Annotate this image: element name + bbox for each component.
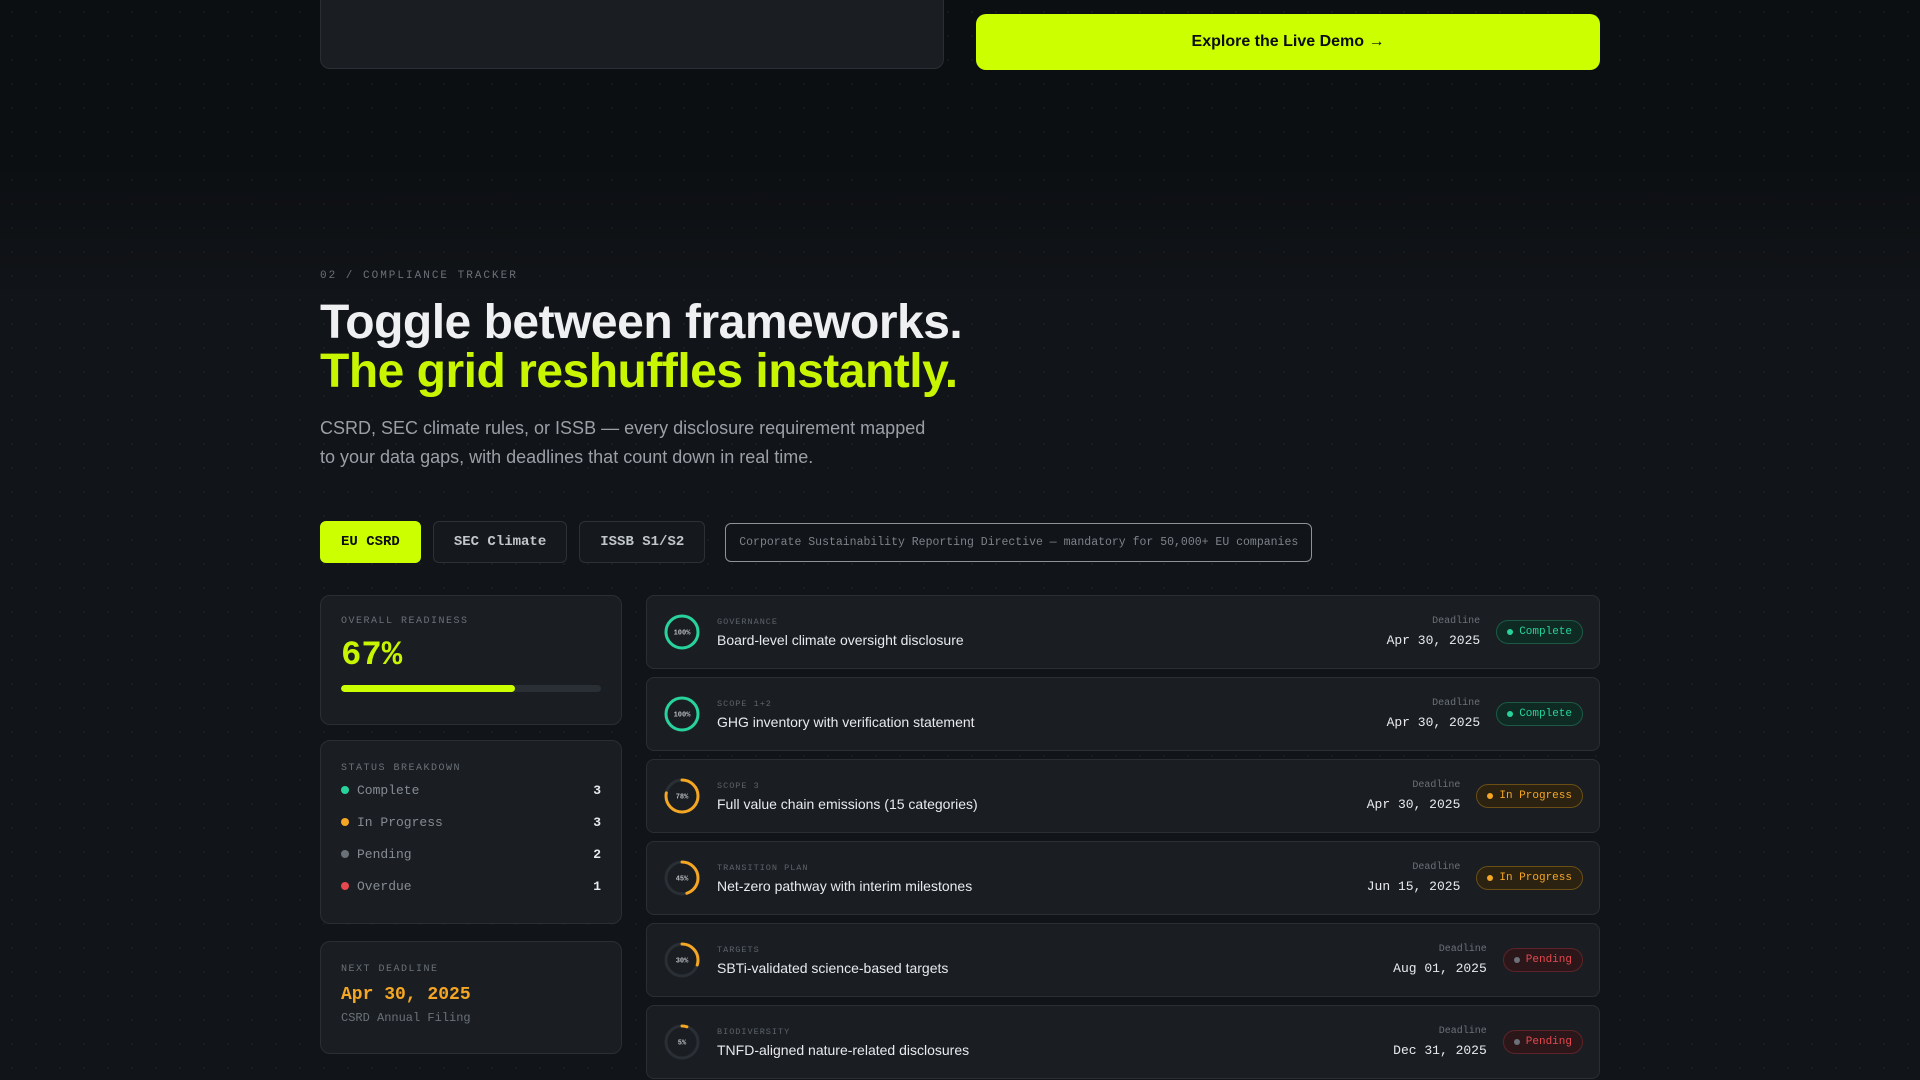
svg-text:78%: 78% [676,794,689,802]
status-count: 3 [593,782,601,798]
tab-issb[interactable]: ISSB S1/S2 [579,521,706,563]
requirement-category: GOVERNANCE [717,616,779,627]
next-deadline-card: NEXT DEADLINE Apr 30, 2025 CSRD Annual F… [320,941,622,1054]
status-dot-icon [341,818,349,826]
status-label: Pending [357,846,412,862]
requirement-deadline: Deadline Dec 31, 2025 [1393,1026,1487,1058]
framework-description: Corporate Sustainability Reporting Direc… [725,522,1313,562]
requirement-title: Full value chain emissions (15 categorie… [717,795,978,812]
tab-eu-csrd[interactable]: EU CSRD [320,521,421,563]
svg-text:30%: 30% [676,958,689,966]
status-badge: Pending [1502,948,1583,972]
explore-demo-button[interactable]: Explore the Live Demo → [976,14,1600,70]
next-deadline-date: Apr 30, 2025 [341,985,471,1005]
requirement-card[interactable]: 100% SCOPE 1+2 GHG inventory with verifi… [646,677,1600,751]
headline-line-1: Toggle between frameworks. [320,296,963,349]
section-eyebrow: 02 / COMPLIANCE TRACKER [320,270,518,282]
status-badge: Pending [1502,1030,1583,1054]
progress-ring-icon: 78% [664,778,700,814]
preview-card [320,0,944,69]
requirement-title: SBTi-validated science-based targets [717,959,949,976]
next-deadline-label: NEXT DEADLINE [341,964,439,975]
status-count: 2 [593,846,601,862]
requirement-title: GHG inventory with verification statemen… [717,713,975,730]
progress-ring-icon: 45% [664,860,700,896]
requirement-title: TNFD-aligned nature-related disclosures [717,1041,970,1058]
status-count: 3 [593,814,601,830]
readiness-card: OVERALL READINESS 67% [320,595,622,725]
section-subcopy: CSRD, SEC climate rules, or ISSB — every… [320,418,926,467]
tab-sec-climate[interactable]: SEC Climate [432,521,568,563]
headline-line-2: The grid reshuffles instantly. [320,345,958,398]
status-breakdown-card: STATUS BREAKDOWN Complete 3 In Progress … [320,740,622,924]
requirement-deadline: Deadline Apr 30, 2025 [1386,698,1481,730]
requirement-category: SCOPE 3 [717,780,760,791]
requirement-card[interactable]: 5% BIODIVERSITY TNFD-aligned nature-rela… [646,1005,1600,1079]
status-label: In Progress [357,814,443,830]
progress-ring-icon: 30% [664,942,700,978]
requirement-deadline: Deadline Apr 30, 2025 [1366,780,1461,812]
status-dot-icon [341,882,349,890]
svg-text:45%: 45% [676,876,689,884]
status-row-in-progress: In Progress 3 [341,806,601,838]
progress-ring-icon: 100% [664,614,700,650]
status-row-complete: Complete 3 [341,774,601,806]
requirement-deadline: Deadline Jun 15, 2025 [1366,862,1461,894]
requirement-card[interactable]: 30% TARGETS SBTi-validated science-based… [646,923,1600,997]
requirement-category: TRANSITION PLAN [717,862,809,873]
next-deadline-subtitle: CSRD Annual Filing [341,1011,471,1025]
svg-text:100%: 100% [674,630,692,638]
status-dot-icon [341,850,349,858]
readiness-progress-fill [341,685,516,692]
requirement-card[interactable]: 45% TRANSITION PLAN Net-zero pathway wit… [646,841,1600,915]
status-badge: In Progress [1476,866,1583,890]
status-row-overdue: Overdue 1 [341,870,601,902]
progress-ring-icon: 100% [664,696,700,732]
status-badge: In Progress [1476,784,1583,808]
svg-text:100%: 100% [674,712,692,720]
requirement-deadline: Deadline Apr 30, 2025 [1386,616,1481,648]
requirement-category: SCOPE 1+2 [717,698,772,709]
requirement-title: Board-level climate oversight disclosure [717,631,964,648]
status-label: Complete [357,782,420,798]
readiness-label: OVERALL READINESS [341,616,469,627]
progress-ring-icon: 5% [664,1024,700,1060]
requirement-card[interactable]: 78% SCOPE 3 Full value chain emissions (… [646,759,1600,833]
status-badge: Complete [1496,620,1583,644]
framework-tabs: EU CSRD SEC Climate ISSB S1/S2 Corporate… [320,521,1313,563]
breakdown-label: STATUS BREAKDOWN [341,763,462,774]
requirement-card[interactable]: 100% GOVERNANCE Board-level climate over… [646,595,1600,669]
requirement-category: BIODIVERSITY [717,1026,791,1037]
status-label: Overdue [357,878,412,894]
svg-text:5%: 5% [678,1040,687,1048]
requirement-deadline: Deadline Aug 01, 2025 [1393,944,1487,976]
status-badge: Complete [1496,702,1583,726]
section-headline: Toggle between frameworks. The grid resh… [320,296,963,398]
requirement-title: Net-zero pathway with interim milestones [717,877,973,894]
status-count: 1 [593,878,601,894]
status-row-pending: Pending 2 [341,838,601,870]
readiness-value: 67% [341,637,403,675]
readiness-progress-bar [341,685,601,692]
status-dot-icon [341,786,349,794]
requirement-category: TARGETS [717,944,760,955]
